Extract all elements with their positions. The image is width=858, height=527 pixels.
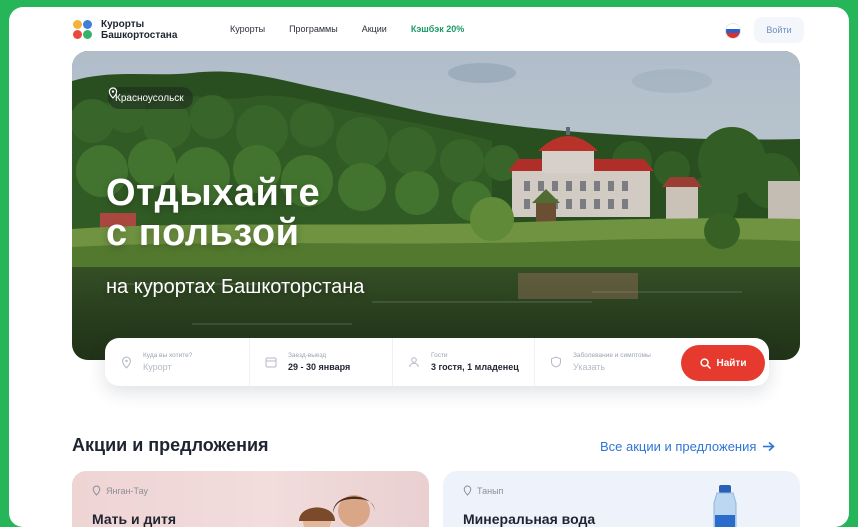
hero-subtitle: на курортах Башкоторстана: [106, 276, 365, 298]
logo[interactable]: Курорты Башкортостана: [73, 19, 177, 41]
logo-line-1: Курорты: [101, 19, 145, 30]
nav-item-promotions[interactable]: Акции: [362, 24, 387, 34]
nav-item-cashback[interactable]: Кэшбэк 20%: [411, 24, 464, 34]
location-pin-icon: [108, 87, 118, 99]
mother-child-photo: [299, 495, 375, 527]
find-button-label: Найти: [716, 357, 747, 369]
search-dates-value: 29 - 30 января: [288, 362, 351, 372]
hero-title-line-2: с пользой: [106, 212, 300, 254]
nav-item-programs[interactable]: Программы: [289, 24, 338, 34]
location-pin-icon: [463, 485, 472, 496]
search-dates-label: Заезд-выезд: [288, 352, 327, 359]
find-button[interactable]: Найти: [681, 345, 765, 381]
hero-location-chip[interactable]: Красноусольск: [108, 87, 193, 109]
promo-card-location: Янган-Тау: [92, 485, 148, 496]
hero-location-label: Красноусольск: [115, 92, 184, 104]
search-symptoms-label: Заболевание и симптомы: [573, 352, 651, 359]
logo-mark-icon: [73, 20, 93, 40]
all-promotions-link[interactable]: Все акции и предложения: [600, 439, 776, 454]
search-guests-label: Гости: [431, 352, 448, 359]
search-bar: Куда вы хотите? Курорт Заезд-выезд 29 - …: [105, 338, 769, 386]
login-button[interactable]: Войти: [754, 17, 804, 43]
shield-icon: [549, 355, 563, 369]
hero-title: Отдыхайте с пользой: [106, 173, 320, 253]
search-guests-field[interactable]: Гости 3 гостя, 1 младенец: [393, 338, 535, 386]
location-pin-icon: [119, 355, 133, 369]
promo-card[interactable]: Янган-Тау Мать и дитя: [72, 471, 429, 527]
search-where-label: Куда вы хотите?: [143, 352, 193, 359]
search-symptoms-placeholder: Указать: [573, 362, 606, 372]
page-frame: Курорты Башкортостана Курорты Программы …: [9, 7, 849, 527]
search-where-field[interactable]: Куда вы хотите? Курорт: [105, 338, 250, 386]
search-where-placeholder: Курорт: [143, 362, 172, 372]
promo-card-location-label: Янган-Тау: [106, 485, 149, 496]
promo-card[interactable]: Танып Минеральная вода: [443, 471, 800, 527]
search-guests-value: 3 гостя, 1 младенец: [431, 362, 519, 372]
search-icon: [699, 357, 711, 369]
search-symptoms-field[interactable]: Заболевание и симптомы Указать: [535, 338, 681, 386]
arrow-right-icon: [763, 441, 776, 452]
promo-card-title: Минеральная вода: [463, 511, 596, 527]
hero-banner: Красноусольск Отдыхайте с пользой на кур…: [72, 51, 800, 360]
russian-flag-icon[interactable]: [725, 23, 741, 39]
logo-text: Курорты Башкортостана: [101, 19, 177, 41]
location-pin-icon: [92, 485, 101, 496]
main-nav: Курорты Программы Акции Кэшбэк 20%: [230, 24, 488, 34]
promo-card-title: Мать и дитя: [92, 511, 176, 527]
promo-card-location: Танып: [463, 485, 503, 496]
calendar-icon: [264, 355, 278, 369]
logo-line-2: Башкортостана: [101, 30, 178, 41]
hero-title-line-1: Отдыхайте: [106, 172, 321, 214]
user-icon: [407, 355, 421, 369]
promotions-title: Акции и предложения: [72, 435, 269, 455]
all-promotions-label: Все акции и предложения: [600, 439, 757, 454]
search-dates-field[interactable]: Заезд-выезд 29 - 30 января: [250, 338, 393, 386]
promo-card-location-label: Танып: [477, 485, 504, 496]
nav-item-resorts[interactable]: Курорты: [230, 24, 265, 34]
